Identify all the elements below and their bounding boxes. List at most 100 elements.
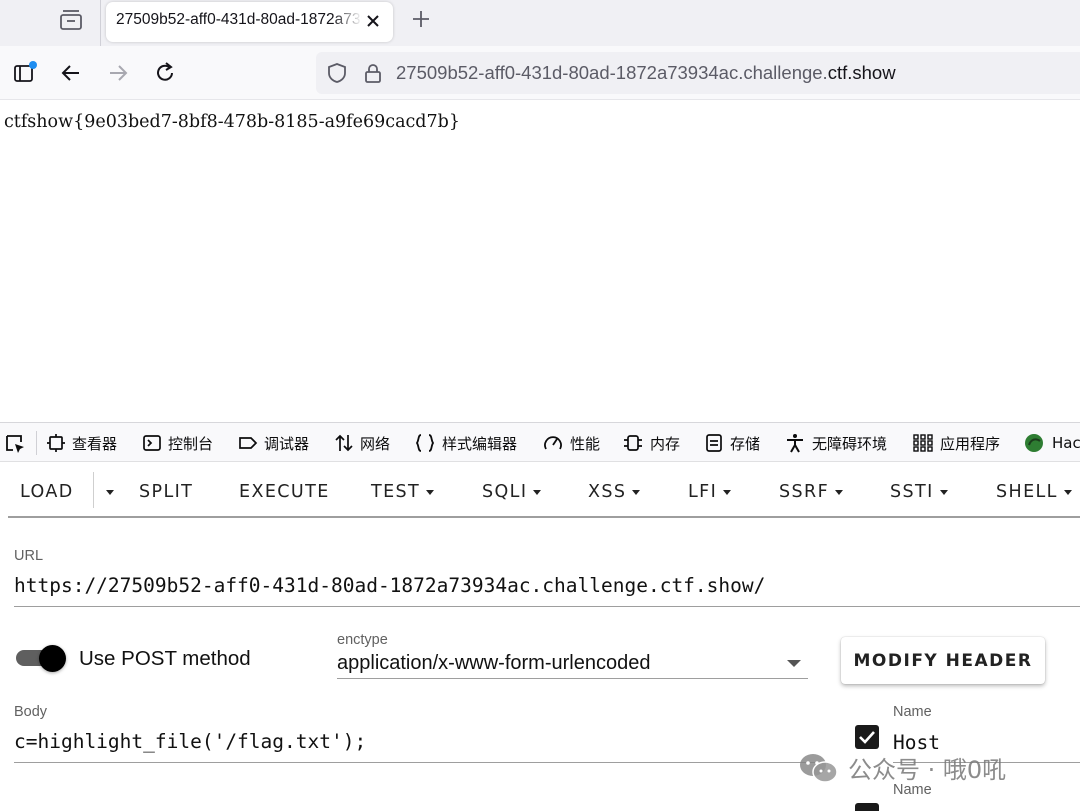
split-button[interactable]: SPLIT [139, 482, 193, 502]
chevron-down-icon [106, 489, 114, 495]
chevron-down-icon [939, 489, 948, 495]
devtools-tab-console[interactable]: 控制台 [142, 423, 214, 461]
chevron-down-icon[interactable] [787, 660, 801, 667]
navigation-bar: 27509b52-aff0-431d-80ad-1872a73934ac.cha… [0, 46, 1080, 100]
inspector-icon [47, 434, 65, 452]
lock-icon[interactable] [362, 62, 384, 84]
accessibility-icon [787, 434, 803, 453]
tab-list-icon[interactable] [58, 8, 84, 32]
load-divider [93, 472, 94, 508]
reload-icon[interactable] [152, 60, 178, 86]
devtools-tab-label: 调试器 [264, 434, 310, 453]
active-tab[interactable]: 27509b52-aff0-431d-80ad-1872a73934ac [106, 2, 393, 42]
new-tab-icon[interactable] [410, 8, 432, 30]
tab-strip: 27509b52-aff0-431d-80ad-1872a73934ac [0, 0, 1080, 46]
back-arrow-icon[interactable] [58, 60, 84, 86]
xss-label: XSS [588, 482, 627, 502]
url-input[interactable]: https://27509b52-aff0-431d-80ad-1872a739… [14, 574, 765, 597]
network-icon [335, 434, 353, 452]
watermark: 公众号 · 哦0吼 [798, 750, 1006, 785]
element-picker-icon[interactable] [4, 433, 26, 455]
execute-button[interactable]: EXECUTE [239, 482, 330, 502]
lfi-menu-button[interactable]: LFI [688, 482, 732, 502]
ssti-menu-button[interactable]: SSTI [890, 482, 948, 502]
hackbar-icon [1025, 434, 1043, 452]
url-domain: ctf.show [827, 62, 896, 83]
devtools-tab-debugger[interactable]: 调试器 [238, 423, 310, 461]
devtools-tab-label: Hac [1052, 434, 1080, 452]
style-editor-icon [415, 434, 435, 452]
url-field-label: URL [14, 548, 44, 564]
header-name-label: Name [893, 704, 932, 720]
header-checkbox[interactable] [855, 725, 879, 749]
ssrf-label: SSRF [779, 482, 830, 502]
console-icon [143, 435, 161, 451]
hackbar-toolbar: LOAD SPLIT EXECUTE TEST SQLI XSS LFI SSR… [8, 466, 1080, 518]
ssrf-menu-button[interactable]: SSRF [779, 482, 844, 502]
shield-icon[interactable] [326, 62, 348, 84]
devtools-tab-label: 查看器 [72, 434, 118, 453]
xss-menu-button[interactable]: XSS [588, 482, 641, 502]
enctype-label: enctype [337, 632, 388, 648]
devtools-tab-memory[interactable]: 内存 [622, 423, 681, 461]
devtools-tab-label: 应用程序 [940, 434, 1001, 453]
url-prefix: 27509b52-aff0-431d-80ad-1872a73934ac.cha… [396, 62, 828, 83]
forward-arrow-icon[interactable] [105, 60, 131, 86]
devtools-tab-accessibility[interactable]: 无障碍环境 [784, 423, 888, 461]
performance-icon [544, 436, 562, 450]
devtools-tab-label: 样式编辑器 [442, 434, 518, 453]
address-url[interactable]: 27509b52-aff0-431d-80ad-1872a73934ac.cha… [396, 62, 896, 84]
address-bar[interactable]: 27509b52-aff0-431d-80ad-1872a73934ac.cha… [316, 52, 1080, 94]
close-icon[interactable] [364, 12, 382, 30]
header-checkbox[interactable] [855, 803, 879, 811]
devtools-tab-inspector[interactable]: 查看器 [46, 423, 118, 461]
lfi-label: LFI [688, 482, 718, 502]
devtools-tab-application[interactable]: 应用程序 [912, 423, 1001, 461]
devtools-tab-label: 内存 [650, 434, 681, 453]
sqli-menu-button[interactable]: SQLI [482, 482, 542, 502]
chevron-down-icon [835, 489, 844, 495]
test-label: TEST [371, 482, 421, 502]
modify-header-button[interactable]: MODIFY HEADER [841, 637, 1045, 684]
sidebar-icon[interactable] [12, 60, 38, 86]
ssti-label: SSTI [890, 482, 934, 502]
load-dropdown-button[interactable] [100, 482, 114, 502]
post-method-toggle-thumb[interactable] [39, 645, 66, 672]
storage-icon [706, 434, 722, 452]
devtools-tab-label: 无障碍环境 [812, 434, 888, 453]
chevron-down-icon [426, 489, 435, 495]
tab-title: 27509b52-aff0-431d-80ad-1872a73934ac [116, 11, 362, 28]
shell-menu-button[interactable]: SHELL [996, 482, 1072, 502]
body-field-label: Body [14, 704, 48, 720]
chevron-down-icon [723, 489, 732, 495]
watermark-text: 公众号 · 哦0吼 [848, 756, 1007, 784]
devtools-divider [36, 431, 37, 455]
wechat-icon [800, 753, 838, 783]
devtools-tab-style-editor[interactable]: 样式编辑器 [414, 423, 518, 461]
post-method-label: Use POST method [79, 647, 251, 670]
debugger-icon [239, 437, 258, 449]
devtools-tab-network[interactable]: 网络 [334, 423, 391, 461]
chevron-down-icon [632, 489, 641, 495]
devtools-tab-label: 网络 [360, 434, 391, 453]
tab-divider [100, 0, 101, 46]
devtools-tab-performance[interactable]: 性能 [542, 423, 600, 461]
devtools-tab-storage[interactable]: 存储 [704, 423, 761, 461]
body-input-underline [14, 762, 826, 763]
devtools-tab-label: 控制台 [168, 434, 214, 453]
load-button[interactable]: LOAD [20, 482, 74, 502]
flag-text: ctfshow{9e03bed7-8bf8-478b-8185-a9fe69ca… [4, 112, 460, 132]
test-menu-button[interactable]: TEST [371, 482, 435, 502]
enctype-select[interactable]: application/x-www-form-urlencoded [337, 652, 650, 675]
application-icon [913, 434, 933, 452]
memory-icon [624, 435, 642, 451]
chevron-down-icon [533, 489, 542, 495]
devtools-toolbar: 查看器 控制台 调试器 网络 样式编辑器 性能 内存 存储 无障碍环境 应用程序… [0, 422, 1080, 462]
enctype-underline [337, 678, 808, 679]
shell-label: SHELL [996, 482, 1058, 502]
body-input[interactable]: c=highlight_file('/flag.txt'); [14, 730, 366, 753]
devtools-tab-hackbar[interactable]: Hac [1024, 423, 1080, 461]
page-content: ctfshow{9e03bed7-8bf8-478b-8185-a9fe69ca… [0, 100, 1080, 422]
sqli-label: SQLI [482, 482, 528, 502]
devtools-tab-label: 存储 [730, 434, 761, 453]
